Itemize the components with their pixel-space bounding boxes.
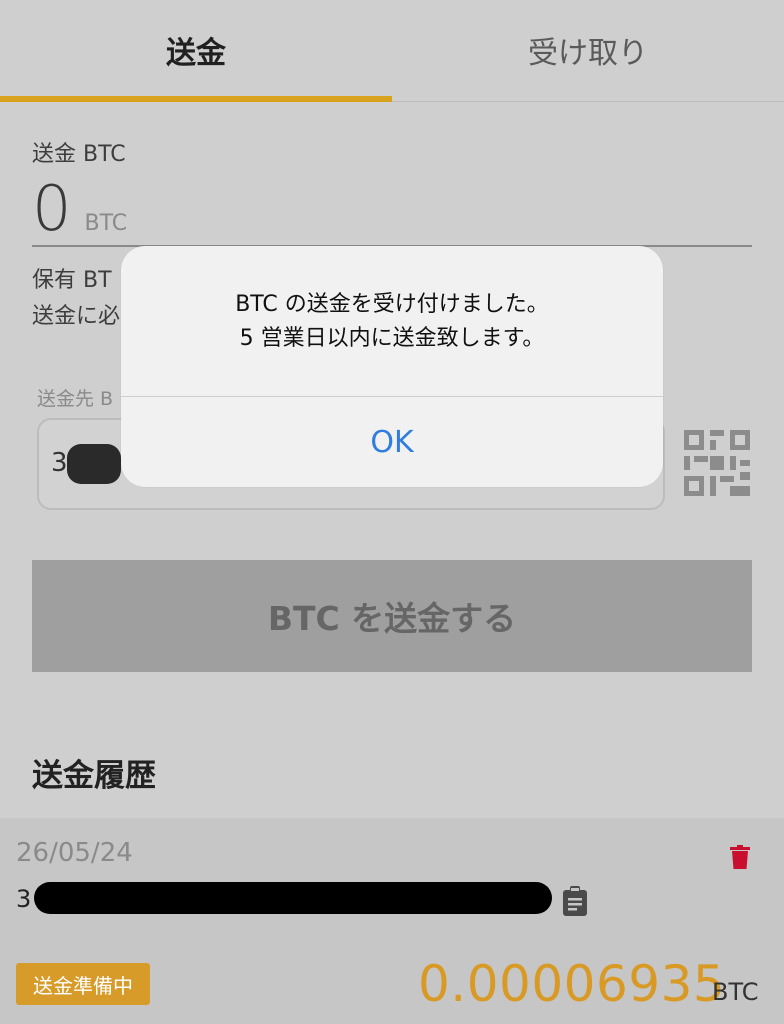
tab-divider: [392, 101, 784, 102]
dialog-line-2: 5 営業日以内に送金致します。: [239, 326, 545, 351]
amount-label: 送金 BTC: [32, 142, 126, 167]
ok-button[interactable]: OK: [121, 397, 663, 487]
amount-field[interactable]: 0 BTC: [32, 178, 127, 240]
alert-dialog: BTC の送金を受け付けました。 5 営業日以内に送金致します。 OK: [121, 246, 663, 487]
holding-label: 保有 BT: [32, 268, 112, 293]
active-tab-indicator: [0, 96, 392, 102]
amount-value: 0: [32, 172, 72, 245]
amount-unit: BTC: [84, 211, 128, 236]
destination-value: 3: [51, 448, 68, 478]
history-date: 26/05/24: [16, 838, 133, 868]
qr-code-icon[interactable]: [684, 430, 750, 496]
fee-label: 送金に必: [32, 304, 121, 329]
trash-icon[interactable]: [730, 845, 750, 869]
status-badge: 送金準備中: [16, 963, 150, 1005]
dialog-line-1: BTC の送金を受け付けました。: [235, 292, 549, 317]
send-btc-button[interactable]: BTC を送金する: [32, 560, 752, 672]
history-address: 3: [16, 885, 32, 913]
clipboard-icon[interactable]: [562, 886, 588, 916]
history-amount: 0.00006935: [418, 955, 726, 1013]
history-title: 送金履歴: [32, 758, 156, 794]
tab-send[interactable]: 送金: [0, 0, 392, 100]
destination-label: 送金先 B: [37, 388, 114, 410]
tab-receive[interactable]: 受け取り: [392, 0, 784, 100]
address-redaction: [34, 882, 552, 914]
redaction-scribble: [67, 444, 121, 484]
dialog-message: BTC の送金を受け付けました。 5 営業日以内に送金致します。: [121, 288, 663, 356]
history-unit: BTC: [712, 978, 759, 1006]
